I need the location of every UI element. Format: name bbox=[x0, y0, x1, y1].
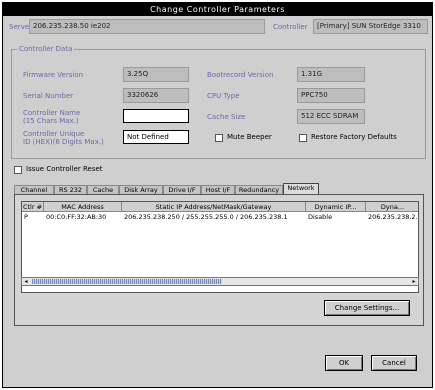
horizontal-scrollbar[interactable]: ◂ ▸ bbox=[21, 277, 419, 286]
controller-name-input[interactable] bbox=[123, 109, 189, 123]
controller-data-title: Controller Data bbox=[17, 45, 75, 53]
change-controller-parameters-dialog: Change Controller Parameters Server 206.… bbox=[2, 2, 433, 388]
controller-unique-id-input[interactable]: Not Defined bbox=[123, 130, 189, 144]
table-header: Ctlr # MAC Address Static IP Address/Net… bbox=[22, 202, 418, 212]
cell-dynamic: 206.235.238.2... bbox=[368, 213, 419, 221]
cache-size-label: Cache Size bbox=[207, 113, 246, 121]
server-field: 206.235.238.50 ie202 bbox=[29, 19, 265, 34]
column-header-static-ip[interactable]: Static IP Address/NetMask/Gateway bbox=[122, 202, 306, 212]
window-title: Change Controller Parameters bbox=[3, 3, 432, 16]
column-header-mac-address[interactable]: MAC Address bbox=[44, 202, 122, 212]
controller-label: Controller bbox=[273, 23, 308, 31]
cell-ctlr: P bbox=[24, 213, 28, 221]
serial-number-label: Serial Number bbox=[23, 92, 74, 100]
cpu-type-field: PPC750 bbox=[297, 88, 365, 103]
controller-name-label: Controller Name bbox=[23, 109, 81, 117]
controller-unique-id-label: Controller Unique bbox=[23, 130, 85, 138]
mute-beeper-label: Mute Beeper bbox=[227, 133, 272, 141]
issue-controller-reset-label: Issue Controller Reset bbox=[26, 165, 103, 173]
table-row[interactable]: P 00:C0:FF:32:AB:30 206.235.238.250 / 25… bbox=[22, 213, 419, 222]
firmware-version-label: Firmware Version bbox=[23, 71, 84, 79]
serial-number-field: 3320626 bbox=[123, 88, 189, 103]
column-header-ctlr[interactable]: Ctlr # bbox=[22, 202, 44, 212]
cache-size-field: 512 ECC SDRAM bbox=[297, 109, 365, 124]
controller-field: [Primary] SUN StorEdge 3310 bbox=[313, 19, 428, 34]
scroll-right-arrow-icon[interactable]: ▸ bbox=[410, 278, 418, 285]
column-header-dynamic[interactable]: Dyna... bbox=[366, 202, 418, 212]
cell-dynamic-ip: Disable bbox=[308, 213, 333, 221]
issue-controller-reset-checkbox[interactable] bbox=[14, 166, 22, 174]
network-tab-panel: Ctlr # MAC Address Static IP Address/Net… bbox=[14, 194, 424, 326]
bootrecord-version-label: Bootrecord Version bbox=[207, 71, 274, 79]
restore-factory-defaults-label: Restore Factory Defaults bbox=[311, 133, 397, 141]
column-header-dynamic-ip[interactable]: Dynamic IP... bbox=[306, 202, 366, 212]
cancel-button[interactable]: Cancel bbox=[371, 355, 417, 371]
bootrecord-version-field: 1.31G bbox=[297, 67, 365, 82]
scrollbar-thumb[interactable] bbox=[32, 279, 222, 284]
cpu-type-label: CPU Type bbox=[207, 92, 240, 100]
controller-name-hint: (15 Chars Max.) bbox=[23, 117, 79, 125]
controller-unique-id-hint: ID (HEX)(6 Digits Max.) bbox=[23, 138, 104, 146]
firmware-version-field: 3.25Q bbox=[123, 67, 189, 82]
ok-button[interactable]: OK bbox=[325, 355, 363, 371]
restore-factory-defaults-checkbox[interactable] bbox=[299, 134, 307, 142]
cell-static-ip: 206.235.238.250 / 255.255.255.0 / 206.23… bbox=[124, 213, 288, 221]
change-settings-button[interactable]: Change Settings... bbox=[324, 300, 410, 316]
mute-beeper-checkbox[interactable] bbox=[215, 134, 223, 142]
scroll-left-arrow-icon[interactable]: ◂ bbox=[22, 278, 30, 285]
cell-mac-address: 00:C0:FF:32:AB:30 bbox=[46, 213, 107, 221]
